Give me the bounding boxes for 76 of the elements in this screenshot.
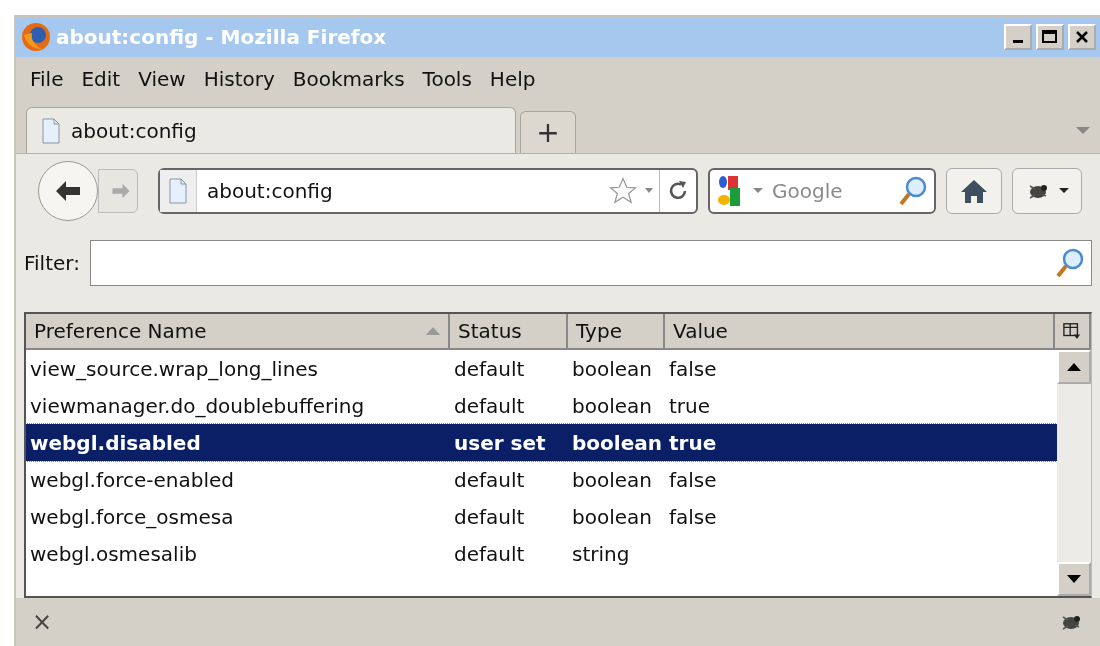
column-header[interactable]: Value — [665, 314, 1055, 350]
menu-item[interactable]: View — [132, 67, 192, 91]
column-header[interactable]: Type — [568, 314, 665, 350]
scroll-down-button[interactable] — [1057, 562, 1091, 596]
table-cell-text: default — [453, 393, 526, 418]
table-cell-text: view_source.wrap_long_lines — [29, 356, 320, 381]
page-icon — [41, 117, 61, 144]
preference-row[interactable]: view_source.wrap_long_lines default boolean false — [26, 350, 1057, 387]
menu-item[interactable]: Help — [483, 67, 542, 91]
forward-arrow-icon — [111, 182, 131, 200]
preference-row[interactable]: webgl.force_osmesa default boolean false — [26, 498, 1057, 535]
table-cell-text: default — [453, 504, 526, 529]
menu-item[interactable]: Bookmarks — [286, 67, 411, 91]
home-icon — [959, 178, 989, 204]
menu-item[interactable]: Edit — [75, 67, 127, 91]
addon-button[interactable] — [1012, 168, 1082, 214]
home-button[interactable] — [946, 168, 1002, 214]
menu-item[interactable]: History — [197, 67, 281, 91]
column-picker-button[interactable] — [1055, 314, 1091, 350]
table-cell-text: false — [668, 356, 718, 381]
preference-row[interactable]: webgl.osmesalib default string — [26, 535, 1057, 572]
filter-label: Filter: — [24, 251, 80, 275]
search-icon — [1055, 247, 1085, 279]
sort-ascending-icon — [426, 327, 440, 335]
preference-row[interactable]: webgl.disabled user set boolean true — [26, 424, 1057, 461]
new-tab-button[interactable]: + — [520, 111, 576, 153]
page-icon — [168, 178, 188, 204]
table-cell-text: default — [453, 541, 526, 566]
column-header[interactable]: Status — [450, 314, 568, 350]
table-cell-text: webgl.force_osmesa — [29, 504, 235, 529]
maximize-icon — [1042, 30, 1058, 44]
tab-label: about:config — [71, 118, 197, 143]
star-icon[interactable] — [607, 176, 639, 206]
minimize-icon — [1013, 40, 1023, 43]
window-title: about:config - Mozilla Firefox — [56, 25, 388, 49]
column-picker-icon — [1063, 321, 1081, 341]
back-arrow-icon — [54, 179, 82, 203]
table-cell-text: boolean — [571, 504, 653, 529]
table-cell-text: default — [453, 356, 526, 381]
close-addon-bar-button[interactable]: × — [32, 608, 53, 636]
address-text: about:config — [206, 179, 334, 203]
back-button[interactable] — [38, 161, 98, 221]
table-cell-text: string — [571, 541, 631, 566]
filter-field[interactable] — [89, 240, 1092, 286]
scroll-up-button[interactable] — [1057, 350, 1091, 384]
menu-item[interactable]: File — [24, 67, 70, 91]
table-cell-text: default — [453, 467, 526, 492]
browser-tab[interactable]: about:config — [26, 107, 516, 153]
table-cell-text: true — [668, 393, 712, 418]
table-cell-text: webgl.force-enabled — [29, 467, 236, 492]
close-button[interactable] — [1068, 24, 1096, 50]
table-cell-text: false — [668, 504, 718, 529]
table-cell-text: boolean — [571, 393, 653, 418]
maximize-button[interactable] — [1036, 24, 1064, 50]
search-icon[interactable] — [898, 175, 928, 207]
table-cell-text: webgl.disabled — [29, 430, 202, 455]
table-cell-text: webgl.osmesalib — [29, 541, 198, 566]
address-bar[interactable]: about:config — [158, 168, 698, 214]
close-icon — [1075, 30, 1089, 44]
down-arrow-icon — [1067, 575, 1081, 583]
browser-logo-icon — [20, 21, 52, 53]
minimize-button[interactable] — [1004, 24, 1032, 50]
column-header[interactable]: Preference Name — [26, 314, 450, 350]
table-cell-text: false — [668, 467, 718, 492]
table-cell-text: boolean — [571, 430, 663, 455]
preference-row[interactable]: viewmanager.do_doublebuffering default boolean true — [26, 387, 1057, 424]
preference-row[interactable]: webgl.force-enabled default boolean false — [26, 461, 1057, 498]
table-cell-text: viewmanager.do_doublebuffering — [29, 393, 366, 418]
menu-item[interactable]: Tools — [416, 67, 478, 91]
table-cell-text: true — [668, 430, 718, 455]
table-cell-text: user set — [453, 430, 547, 455]
table-cell-text: boolean — [571, 467, 653, 492]
dropdown-icon[interactable] — [1059, 187, 1069, 195]
table-cell-text: boolean — [571, 356, 653, 381]
search-bar[interactable]: Google — [708, 168, 936, 214]
up-arrow-icon — [1067, 363, 1081, 371]
